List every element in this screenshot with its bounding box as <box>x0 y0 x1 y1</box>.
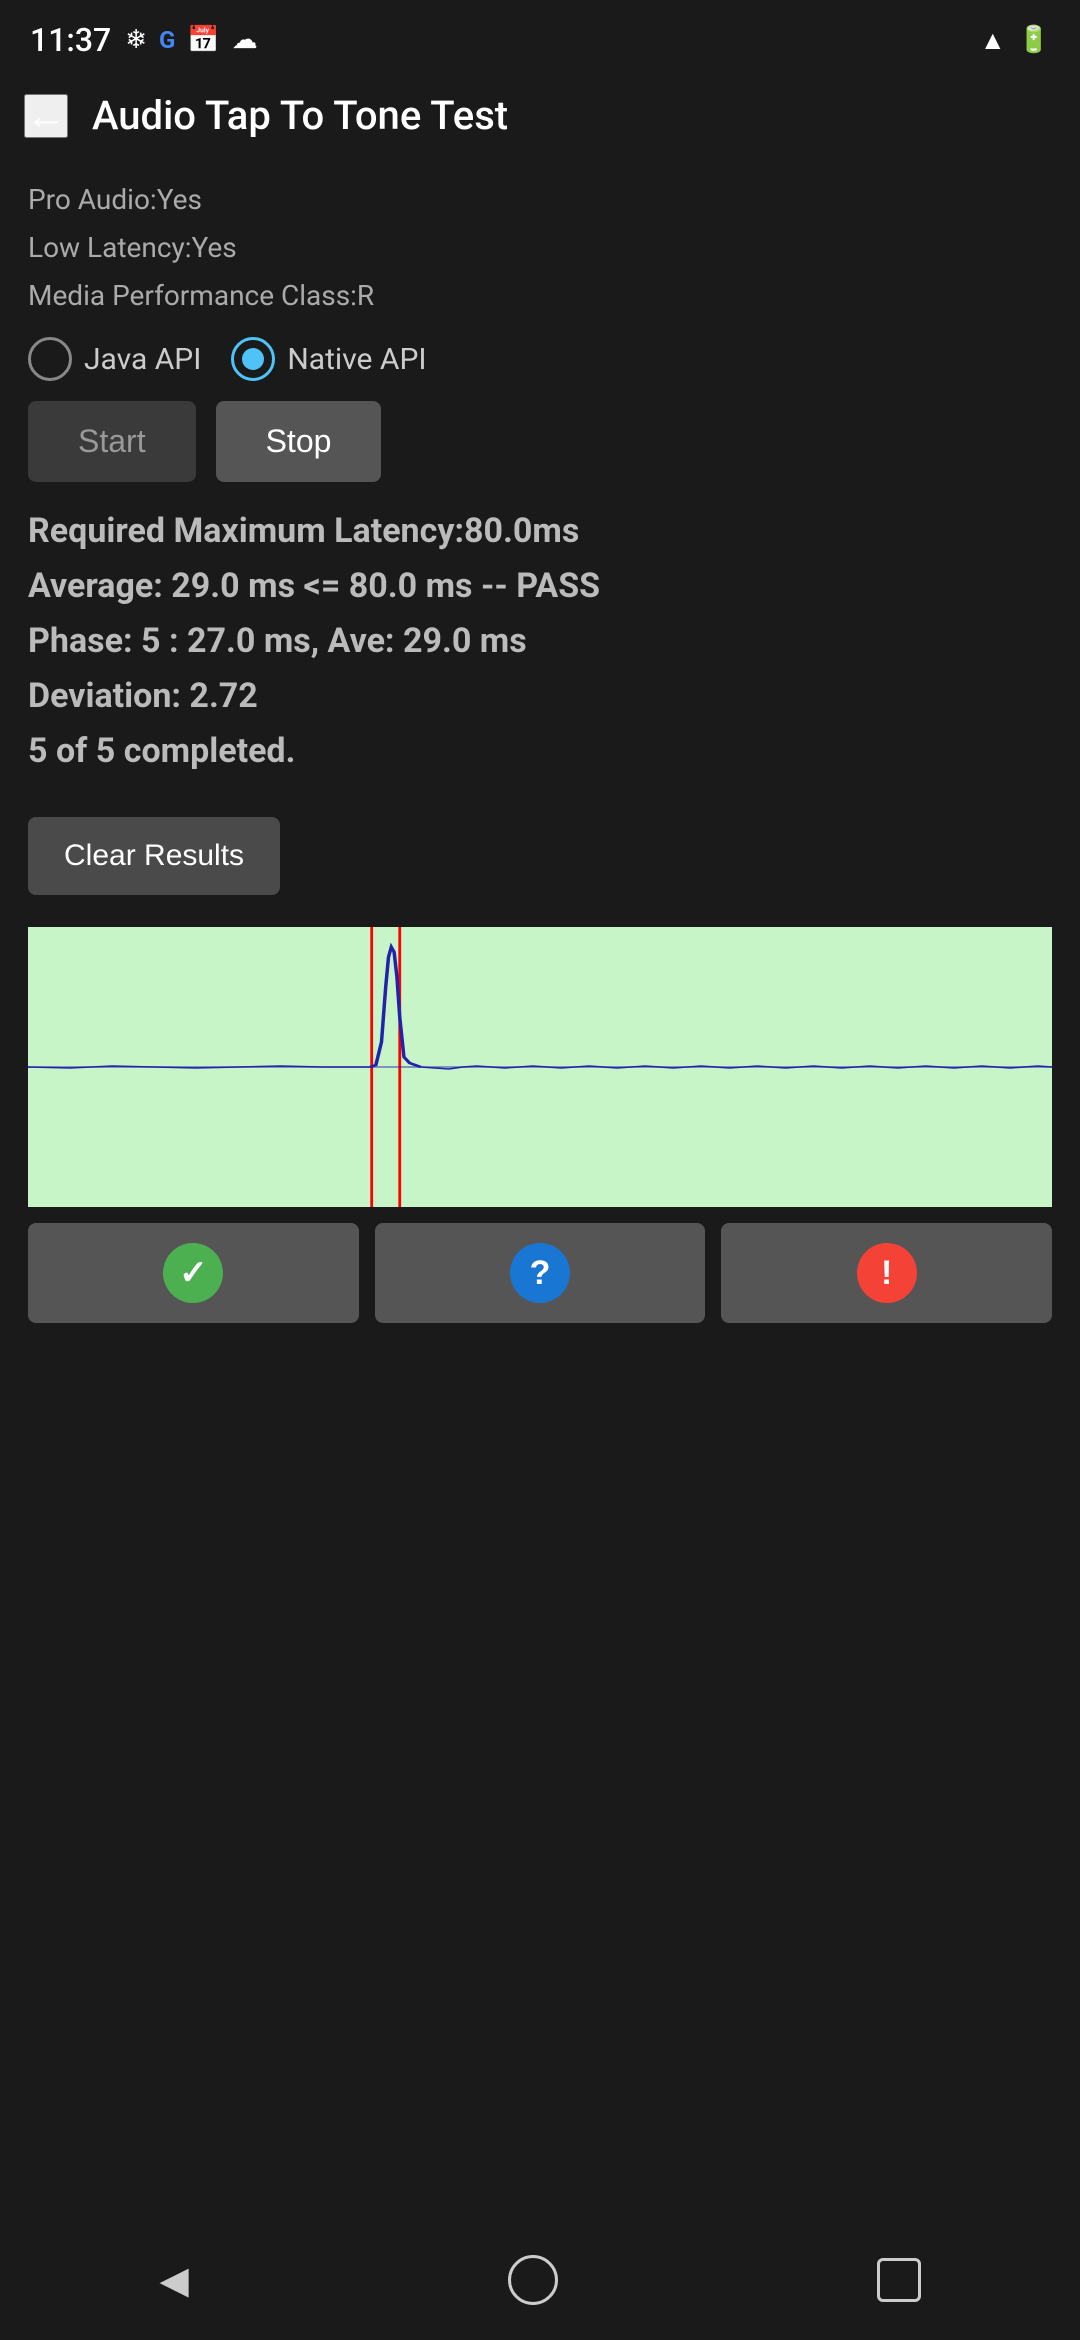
wifi-icon: ▲ <box>980 25 1006 56</box>
unknown-button[interactable]: ? <box>375 1223 706 1323</box>
clear-results-button[interactable]: Clear Results <box>28 817 280 895</box>
status-buttons: ✓ ? ! <box>28 1223 1052 1323</box>
status-bar: 11:37 ❄ G 📅 ☁ ▲ 🔋 <box>0 0 1080 72</box>
google-icon: G <box>159 26 175 54</box>
native-api-label: Native API <box>287 342 426 377</box>
status-icons: ❄ G 📅 ☁ <box>125 25 258 55</box>
nav-back-button[interactable]: ◀ <box>119 2238 228 2323</box>
java-api-label: Java API <box>84 342 201 377</box>
result-line-4: Deviation: 2.72 <box>28 671 1052 722</box>
calendar-icon: 📅 <box>187 25 219 55</box>
api-radio-group: Java API Native API <box>28 337 1052 381</box>
fan-icon: ❄ <box>125 25 147 55</box>
cloud-icon: ☁ <box>232 25 258 55</box>
low-latency-label: Low Latency:Yes <box>28 227 1052 269</box>
app-title: Audio Tap To Tone Test <box>92 92 508 139</box>
status-right: ▲ 🔋 <box>980 25 1050 56</box>
start-button[interactable]: Start <box>28 401 196 482</box>
pass-icon: ✓ <box>163 1243 223 1303</box>
question-icon: ? <box>510 1243 570 1303</box>
media-performance-label: Media Performance Class:R <box>28 275 1052 317</box>
content: Pro Audio:Yes Low Latency:Yes Media Perf… <box>0 159 1080 1359</box>
nav-recent-button[interactable] <box>837 2238 961 2322</box>
nav-back-icon: ◀ <box>159 2258 188 2303</box>
results-section: Required Maximum Latency:80.0ms Average:… <box>28 506 1052 777</box>
waveform-svg <box>28 927 1052 1207</box>
native-api-option[interactable]: Native API <box>231 337 426 381</box>
navigation-bar: ◀ <box>0 2220 1080 2340</box>
nav-home-icon <box>508 2255 558 2305</box>
nav-home-button[interactable] <box>468 2235 598 2325</box>
app-bar: ← Audio Tap To Tone Test <box>0 72 1080 159</box>
result-line-1: Required Maximum Latency:80.0ms <box>28 506 1052 557</box>
back-button[interactable]: ← <box>24 94 68 138</box>
result-line-3: Phase: 5 : 27.0 ms, Ave: 29.0 ms <box>28 616 1052 667</box>
java-api-radio[interactable] <box>28 337 72 381</box>
pass-button[interactable]: ✓ <box>28 1223 359 1323</box>
status-left: 11:37 ❄ G 📅 ☁ <box>30 21 258 59</box>
control-buttons: Start Stop <box>28 401 1052 482</box>
java-api-option[interactable]: Java API <box>28 337 201 381</box>
warning-button[interactable]: ! <box>721 1223 1052 1323</box>
result-line-2: Average: 29.0 ms <= 80.0 ms -- PASS <box>28 561 1052 612</box>
warning-icon: ! <box>857 1243 917 1303</box>
native-api-radio[interactable] <box>231 337 275 381</box>
stop-button[interactable]: Stop <box>216 401 382 482</box>
status-time: 11:37 <box>30 21 111 59</box>
waveform-display <box>28 927 1052 1207</box>
nav-recent-icon <box>877 2258 921 2302</box>
result-line-5: 5 of 5 completed. <box>28 726 1052 777</box>
pro-audio-label: Pro Audio:Yes <box>28 179 1052 221</box>
battery-icon: 🔋 <box>1018 25 1050 55</box>
